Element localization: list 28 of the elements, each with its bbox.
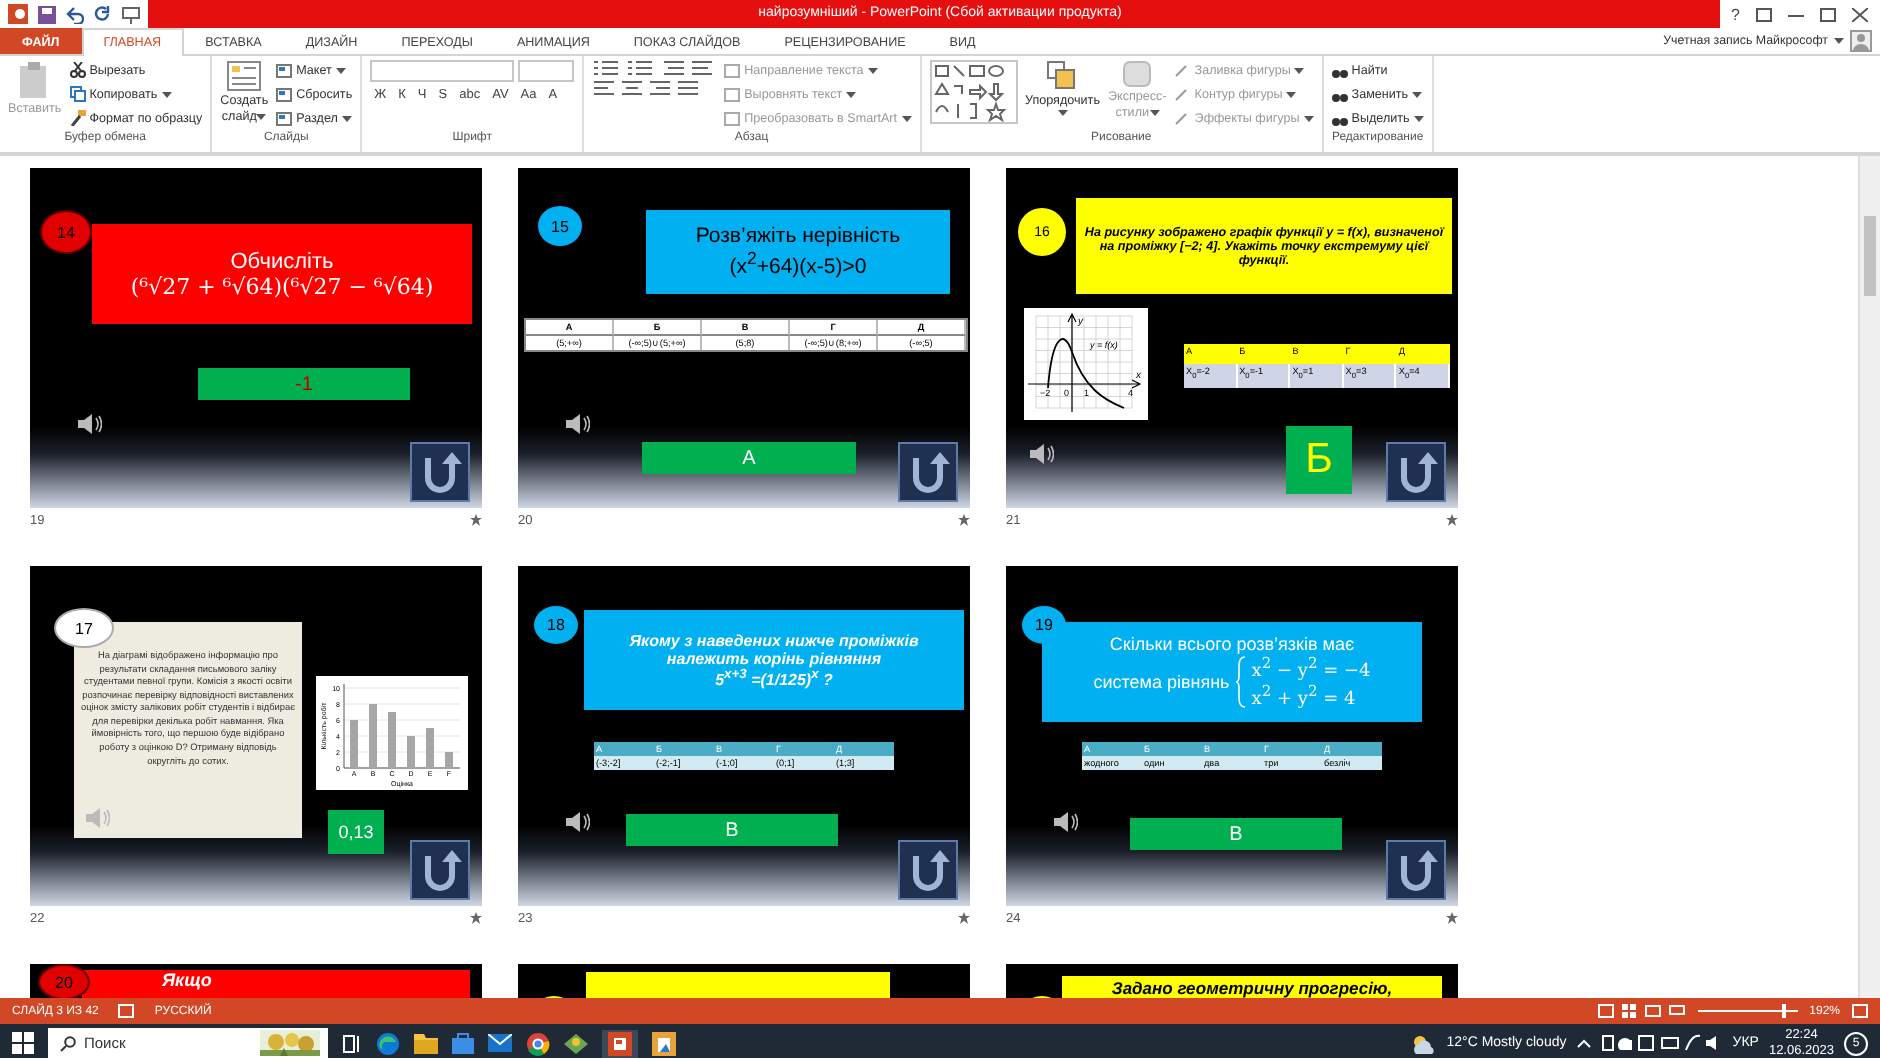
formula-text: (x$^{2}$+64)(x-5)>0	[729, 248, 867, 280]
number-badge: 15	[538, 206, 582, 246]
slide-thumbnail[interactable]: 20 Якщо	[30, 964, 482, 998]
answer-label: А	[642, 442, 856, 474]
help-button[interactable]: ?	[1731, 5, 1740, 23]
equation-text: x$^{2}$ − y$^{2}$ = −4	[1251, 654, 1371, 682]
question-text: Обчисліть	[230, 249, 334, 273]
question-text: Розв’яжіть нерівність	[695, 224, 901, 249]
question-text: Задано геометричну прогресію,	[1111, 978, 1393, 998]
formula-text: 5$^{x+3}$ =(1/125)$^{x}$ ?	[715, 667, 833, 689]
slide-thumbnail[interactable]: Задано геометричну прогресію,	[1006, 964, 1458, 998]
number-badge: 19	[1022, 606, 1066, 644]
equation-text: x$^{2}$ + y$^{2}$ = 4	[1251, 682, 1358, 710]
slide-thumbnail[interactable]: 14 Обчисліть (⁶√27 + ⁶√64)(⁶√27 − ⁶√64) -1	[30, 168, 482, 508]
question-text: система рівнянь	[1093, 672, 1230, 692]
number-badge: 14	[40, 210, 92, 254]
answer-label: В	[626, 814, 838, 846]
answer-label: 0,13	[328, 810, 384, 854]
number-badge: 17	[54, 608, 114, 648]
answer-label: -1	[198, 368, 410, 400]
number-badge: 18	[534, 606, 578, 644]
number-badge: 20	[38, 964, 90, 998]
answer-label: Б	[1286, 426, 1352, 494]
answer-label: В	[1130, 818, 1342, 850]
question-text: Якщо	[162, 972, 212, 992]
question-text: Якому з наведених нижче проміжків належить корінь рівняння	[629, 631, 919, 668]
question-text: Скільки всього розв’язків має	[1109, 634, 1355, 654]
formula-text: (⁶√27 + ⁶√64)(⁶√27 − ⁶√64)	[130, 273, 434, 299]
